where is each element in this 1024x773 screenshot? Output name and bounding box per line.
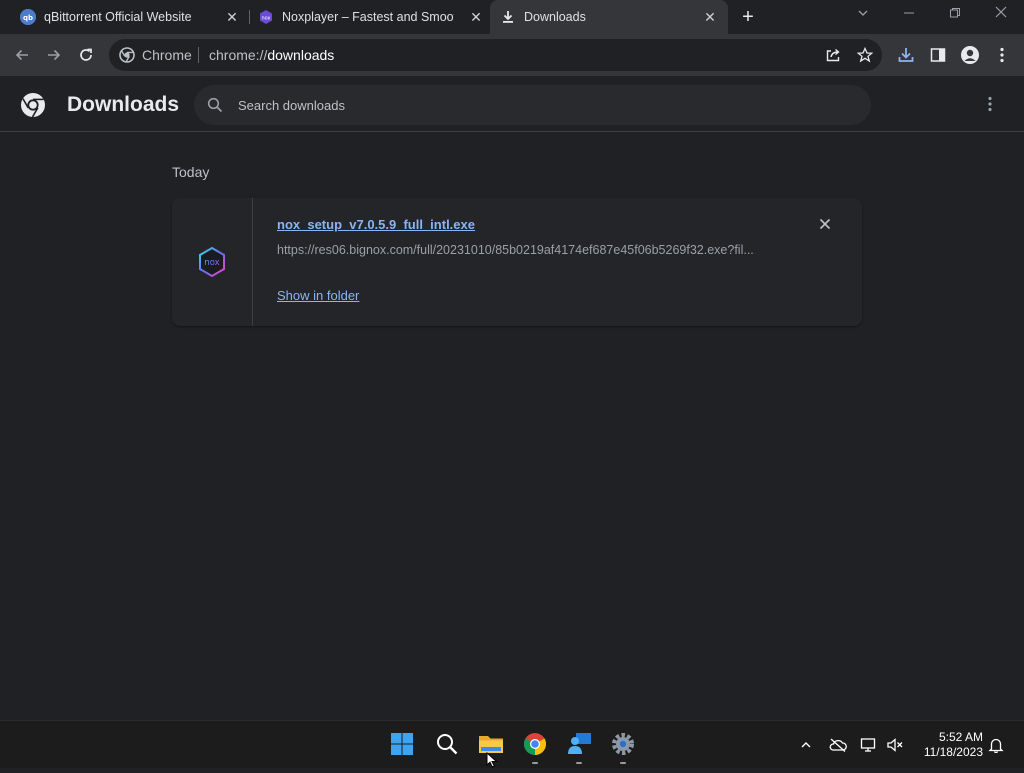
remove-download-icon[interactable]	[815, 214, 835, 234]
chrome-logo-icon	[20, 92, 46, 118]
url-host: downloads	[267, 47, 335, 63]
omnibox-separator	[198, 47, 199, 63]
tab-separator	[249, 10, 250, 24]
volume-muted-icon[interactable]	[886, 736, 904, 754]
tab-title: Noxplayer – Fastest and Smoothest Androi…	[282, 10, 454, 24]
network-icon[interactable]	[860, 736, 878, 754]
taskbar-search-icon[interactable]	[434, 731, 460, 757]
share-icon[interactable]	[824, 46, 842, 64]
mouse-cursor-icon	[486, 751, 500, 770]
file-name-link[interactable]: nox_setup_v7.0.5.9_full_intl.exe	[277, 217, 475, 232]
system-clock[interactable]: 5:52 AM 11/18/2023	[913, 730, 983, 760]
tab-title: qBittorrent Official Website	[44, 10, 192, 24]
running-indicator	[620, 762, 626, 764]
tab-title: Downloads	[524, 10, 586, 24]
restore-button[interactable]	[943, 4, 967, 26]
close-window-button[interactable]	[989, 4, 1013, 26]
downloads-header: Downloads	[0, 76, 1024, 132]
date-heading: Today	[172, 164, 210, 180]
side-panel-icon[interactable]	[926, 43, 950, 67]
qbittorrent-icon: qb	[20, 9, 36, 25]
reload-button[interactable]	[74, 43, 98, 67]
tab-search-icon[interactable]	[851, 4, 875, 26]
forward-button[interactable]	[42, 43, 66, 67]
chrome-icon[interactable]	[119, 47, 135, 63]
downloads-page: Downloads Today	[0, 76, 1024, 720]
start-button[interactable]	[389, 731, 415, 757]
close-icon[interactable]: ✕	[224, 9, 240, 25]
more-actions-icon[interactable]	[980, 94, 1000, 114]
browser-toolbar: Chrome chrome://downloads	[0, 34, 1024, 76]
nox-app-icon: nox	[196, 246, 228, 278]
onedrive-offline-icon[interactable]	[829, 736, 847, 754]
search-box[interactable]	[194, 85, 871, 125]
minimize-button[interactable]	[897, 4, 921, 26]
close-icon[interactable]: ✕	[702, 9, 718, 25]
address-bar[interactable]: Chrome chrome://downloads	[109, 39, 882, 71]
back-button[interactable]	[10, 43, 34, 67]
downloads-toolbar-button[interactable]	[894, 43, 918, 67]
running-indicator	[576, 762, 582, 764]
tab-strip: qb qBittorrent Official Website ✕ nox No…	[0, 0, 1024, 34]
site-chip: Chrome	[142, 47, 192, 63]
running-indicator	[532, 762, 538, 764]
chevron-up-icon[interactable]	[797, 736, 815, 754]
download-item: nox nox_setup_v7.0.5.9_full_intl.exe htt…	[172, 198, 862, 326]
svg-text:qb: qb	[23, 14, 33, 22]
download-icon	[500, 9, 516, 25]
windows-taskbar: 5:52 AM 11/18/2023	[0, 720, 1024, 768]
tab-downloads[interactable]: Downloads ✕	[490, 0, 728, 34]
search-icon[interactable]	[207, 97, 223, 113]
settings-icon[interactable]	[610, 731, 636, 757]
source-url[interactable]: https://res06.bignox.com/full/20231010/8…	[277, 243, 777, 257]
url-text[interactable]: chrome://downloads	[209, 47, 334, 63]
chrome-taskbar-icon[interactable]	[522, 731, 548, 757]
tab-qbittorrent[interactable]: qb qBittorrent Official Website ✕	[14, 0, 246, 34]
bookmark-star-icon[interactable]	[856, 46, 874, 64]
file-icon-column: nox	[172, 198, 253, 326]
profile-avatar[interactable]	[958, 43, 982, 67]
chrome-menu-icon[interactable]	[990, 43, 1014, 67]
noxplayer-icon: nox	[258, 9, 274, 25]
svg-text:nox: nox	[261, 16, 270, 22]
search-input[interactable]	[238, 85, 838, 125]
notification-bell-icon[interactable]	[987, 736, 1005, 754]
tab-noxplayer[interactable]: nox Noxplayer – Fastest and Smoothest An…	[252, 0, 484, 34]
clock-time: 5:52 AM	[938, 730, 983, 744]
show-in-folder-link[interactable]: Show in folder	[277, 288, 359, 303]
page-title: Downloads	[67, 93, 180, 116]
svg-text:nox: nox	[204, 258, 219, 268]
close-icon[interactable]: ✕	[468, 9, 484, 25]
clock-date: 11/18/2023	[923, 745, 983, 759]
new-tab-button[interactable]: +	[738, 7, 758, 27]
remote-desktop-icon[interactable]	[566, 731, 592, 757]
url-scheme: chrome://	[209, 47, 268, 63]
